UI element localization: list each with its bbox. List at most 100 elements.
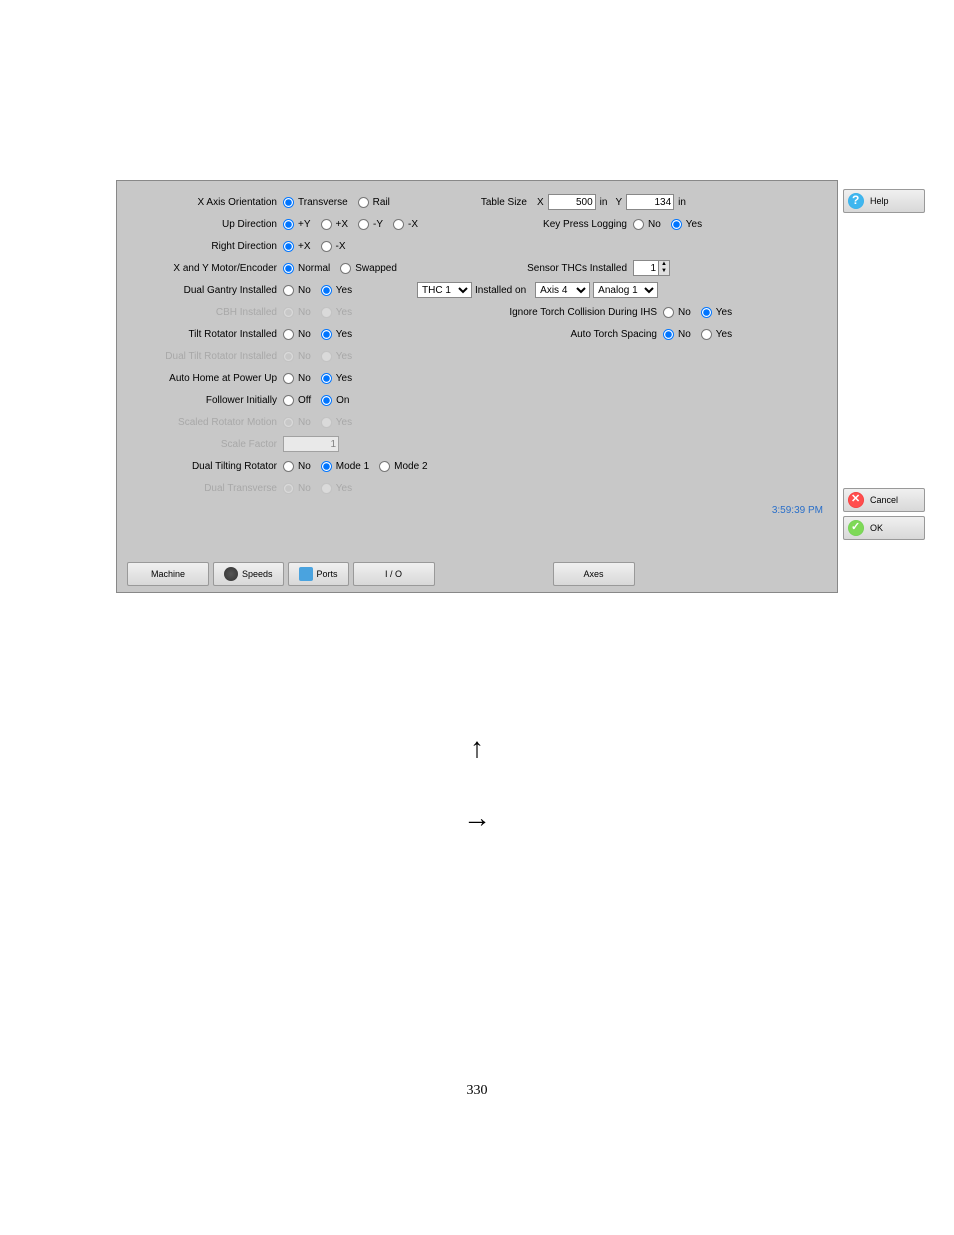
dual-tilt-rotator-row: Dual Tilt Rotator Installed No Yes	[127, 345, 437, 367]
right-direction-row: Right Direction +X -X	[127, 235, 437, 257]
radio-autohome-no[interactable]: No	[283, 373, 311, 384]
radio-plus-x-right[interactable]: +X	[283, 241, 311, 252]
x-unit: in	[596, 197, 612, 208]
machine-tab-label: Machine	[151, 569, 185, 579]
speeds-tab-label: Speeds	[242, 569, 273, 579]
motor-encoder-row: X and Y Motor/Encoder Normal Swapped	[127, 257, 437, 279]
machine-tab-button[interactable]: Machine	[127, 562, 209, 586]
table-y-input[interactable]	[626, 194, 674, 210]
table-x-input[interactable]	[548, 194, 596, 210]
radio-ats-yes[interactable]: Yes	[701, 329, 732, 340]
radio-kpl-no[interactable]: No	[633, 219, 661, 230]
auto-home-row: Auto Home at Power Up No Yes	[127, 367, 437, 389]
ports-tab-button[interactable]: Ports	[288, 562, 349, 586]
tilt-rotator-row: Tilt Rotator Installed No Yes	[127, 323, 437, 345]
auto-torch-spacing-label: Auto Torch Spacing	[457, 329, 663, 340]
radio-minus-y[interactable]: -Y	[358, 219, 383, 230]
thc-select[interactable]: THC 1	[417, 282, 472, 298]
speeds-tab-button[interactable]: Speeds	[213, 562, 284, 586]
radio-tiltrot-yes[interactable]: Yes	[321, 329, 352, 340]
io-tab-label: I / O	[385, 569, 402, 579]
radio-dtrans-no: No	[283, 483, 311, 494]
motor-encoder-label: X and Y Motor/Encoder	[127, 263, 283, 274]
x-axis-orientation-label: X Axis Orientation	[127, 197, 283, 208]
radio-dtr-yes: Yes	[321, 351, 352, 362]
dual-transverse-label: Dual Transverse	[127, 483, 283, 494]
radio-normal[interactable]: Normal	[283, 263, 330, 274]
y-unit: in	[674, 197, 690, 208]
up-arrow-icon: ↑	[0, 713, 954, 783]
radio-srm-yes: Yes	[321, 417, 352, 428]
radio-ats-no[interactable]: No	[663, 329, 691, 340]
right-direction-label: Right Direction	[127, 241, 283, 252]
scale-factor-row: Scale Factor	[127, 433, 437, 455]
cancel-label: Cancel	[870, 495, 898, 505]
radio-autohome-yes[interactable]: Yes	[321, 373, 352, 384]
radio-rail[interactable]: Rail	[358, 197, 390, 208]
radio-minus-x-right[interactable]: -X	[321, 241, 346, 252]
ok-label: OK	[870, 523, 883, 533]
help-icon	[848, 193, 864, 209]
scale-factor-label: Scale Factor	[127, 439, 283, 450]
arrow-annotations: ↑ →	[0, 713, 954, 853]
radio-follower-on[interactable]: On	[321, 395, 349, 406]
dual-gantry-label: Dual Gantry Installed	[127, 285, 283, 296]
sensor-thcs-input[interactable]	[634, 262, 658, 274]
radio-itc-yes[interactable]: Yes	[701, 307, 732, 318]
bottom-nav-bar: Machine Speeds Ports I / O Axes	[127, 558, 827, 590]
dual-tilting-rotator-row: Dual Tilting Rotator No Mode 1 Mode 2	[127, 455, 437, 477]
thc-installed-on-row: THC 1 Installed on Axis 4 Analog 1	[457, 279, 827, 301]
up-direction-row: Up Direction +Y +X -Y -X	[127, 213, 437, 235]
table-size-label: Table Size	[457, 197, 533, 208]
axes-tab-button[interactable]: Axes	[553, 562, 635, 586]
radio-itc-no[interactable]: No	[663, 307, 691, 318]
follower-initially-label: Follower Initially	[127, 395, 283, 406]
radio-dtrans-yes: Yes	[321, 483, 352, 494]
x-label: X	[533, 197, 548, 208]
analog-select[interactable]: Analog 1	[593, 282, 658, 298]
radio-transverse[interactable]: Transverse	[283, 197, 348, 208]
ok-icon	[848, 520, 864, 536]
radio-plus-y[interactable]: +Y	[283, 219, 311, 230]
spin-down-icon[interactable]: ▼	[659, 268, 669, 275]
page-number: 330	[0, 1083, 954, 1099]
cbh-installed-label: CBH Installed	[127, 307, 283, 318]
radio-srm-no: No	[283, 417, 311, 428]
tilt-rotator-label: Tilt Rotator Installed	[127, 329, 283, 340]
dual-tilt-rotator-label: Dual Tilt Rotator Installed	[127, 351, 283, 362]
io-tab-button[interactable]: I / O	[353, 562, 435, 586]
auto-torch-spacing-row: Auto Torch Spacing No Yes	[457, 323, 827, 345]
table-size-row: Table Size X in Y in	[457, 191, 827, 213]
radio-follower-off[interactable]: Off	[283, 395, 311, 406]
ok-button[interactable]: OK	[843, 516, 925, 540]
radio-tiltrot-no[interactable]: No	[283, 329, 311, 340]
axis-select[interactable]: Axis 4	[535, 282, 590, 298]
cancel-icon	[848, 492, 864, 508]
radio-cbh-no: No	[283, 307, 311, 318]
speeds-icon	[224, 567, 238, 581]
right-arrow-icon: →	[0, 783, 954, 853]
help-button[interactable]: Help	[843, 189, 925, 213]
radio-dtr2-mode2[interactable]: Mode 2	[379, 461, 427, 472]
radio-plus-x-up[interactable]: +X	[321, 219, 349, 230]
radio-dtr2-mode1[interactable]: Mode 1	[321, 461, 369, 472]
cancel-button[interactable]: Cancel	[843, 488, 925, 512]
radio-dtr2-no[interactable]: No	[283, 461, 311, 472]
spin-up-icon[interactable]: ▲	[659, 261, 669, 268]
ports-icon	[299, 567, 313, 581]
sensor-thcs-spinner[interactable]: ▲ ▼	[633, 260, 670, 276]
sensor-thcs-label: Sensor THCs Installed	[457, 263, 633, 274]
radio-kpl-yes[interactable]: Yes	[671, 219, 702, 230]
help-label: Help	[870, 196, 889, 206]
machine-setup-dialog: Help Cancel OK X Axis Orientation Transv…	[116, 180, 838, 593]
radio-dualgantry-yes[interactable]: Yes	[321, 285, 352, 296]
scale-factor-input	[283, 436, 339, 452]
key-press-logging-label: Key Press Logging	[457, 219, 633, 230]
ports-tab-label: Ports	[317, 569, 338, 579]
ignore-torch-collision-label: Ignore Torch Collision During IHS	[457, 307, 663, 318]
radio-dualgantry-no[interactable]: No	[283, 285, 311, 296]
radio-swapped[interactable]: Swapped	[340, 263, 397, 274]
key-press-logging-row: Key Press Logging No Yes	[457, 213, 827, 235]
radio-minus-x-up[interactable]: -X	[393, 219, 418, 230]
follower-initially-row: Follower Initially Off On	[127, 389, 437, 411]
